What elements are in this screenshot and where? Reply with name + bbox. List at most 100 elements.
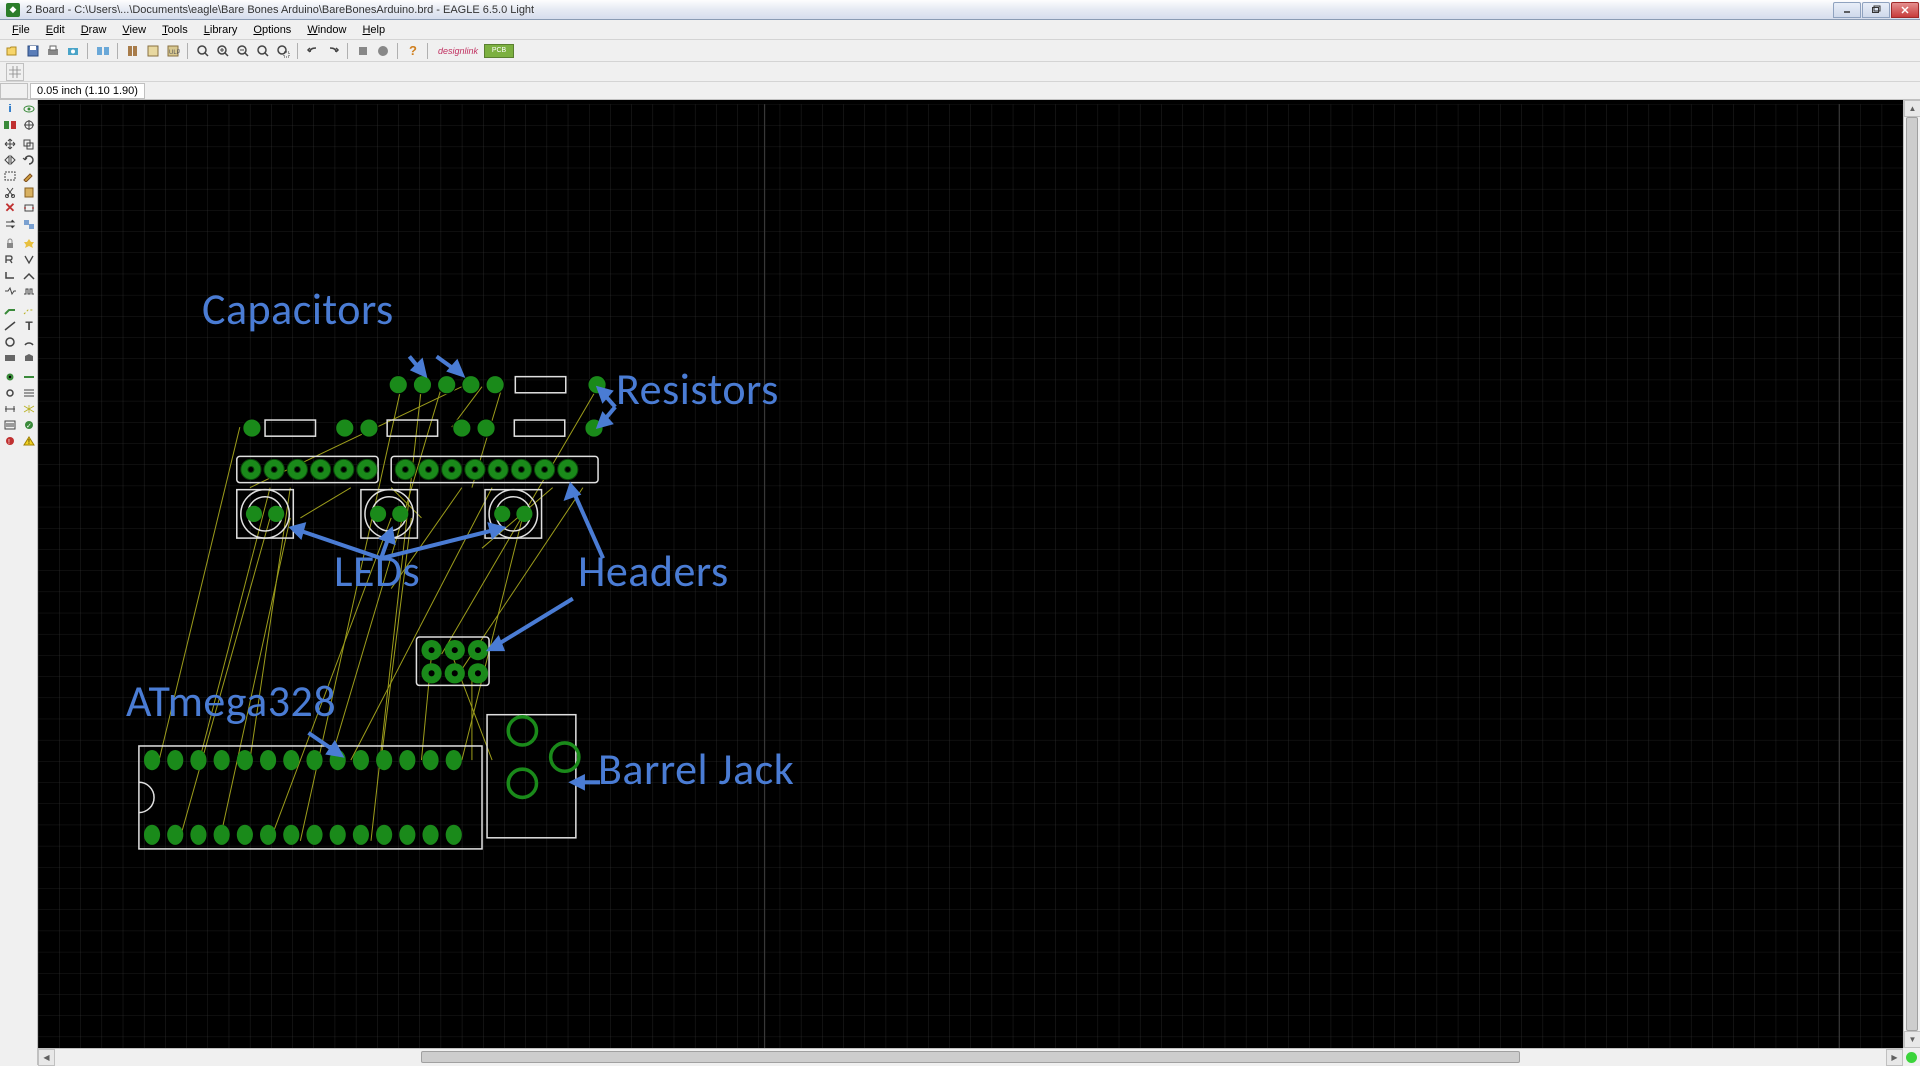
scroll-right-button[interactable]: ▶ <box>1886 1049 1903 1066</box>
rotate-tool[interactable] <box>20 152 38 167</box>
ratsnest-tool[interactable] <box>20 401 38 416</box>
polygon-tool[interactable] <box>20 350 38 365</box>
pinswap-tool[interactable] <box>1 216 19 231</box>
palette-separator <box>1 232 38 234</box>
pcb-quote-button[interactable]: PCB <box>484 44 514 58</box>
menu-bar: File Edit Draw View Tools Library Option… <box>0 20 1920 40</box>
maximize-button[interactable] <box>1862 2 1890 18</box>
help-button[interactable]: ? <box>404 42 422 60</box>
cam-button[interactable] <box>64 42 82 60</box>
menu-library[interactable]: Library <box>196 22 246 38</box>
vertical-scrollbar[interactable]: ▲ ▼ <box>1903 100 1920 1048</box>
menu-edit[interactable]: Edit <box>38 22 73 38</box>
paste-tool[interactable] <box>20 184 38 199</box>
vscroll-track[interactable] <box>1904 117 1920 1031</box>
tool-palette: i ✕ T <box>0 100 38 1065</box>
main-toolbar: ULP ? designlink PCB <box>0 40 1920 62</box>
wire-tool[interactable] <box>1 318 19 333</box>
group-tool[interactable] <box>1 168 19 183</box>
empty-tool <box>1 449 19 464</box>
ripup-tool[interactable] <box>20 302 38 317</box>
add-tool[interactable] <box>20 200 38 215</box>
hscroll-track[interactable] <box>55 1049 1886 1065</box>
miter-tool[interactable] <box>1 267 19 282</box>
split-tool[interactable] <box>20 267 38 282</box>
run-ulp-button[interactable]: ULP <box>164 42 182 60</box>
script-button[interactable] <box>144 42 162 60</box>
go-button[interactable] <box>374 42 392 60</box>
status-indicator-icon <box>1906 1052 1917 1063</box>
zoom-select-button[interactable] <box>274 42 292 60</box>
meander-tool[interactable] <box>20 283 38 298</box>
toolbar-separator <box>117 43 119 59</box>
errors-tool[interactable]: ! <box>20 433 38 448</box>
menu-view[interactable]: View <box>114 22 154 38</box>
close-button[interactable] <box>1891 2 1919 18</box>
copy-tool[interactable] <box>20 136 38 151</box>
name-tool[interactable] <box>1 251 19 266</box>
redo-button[interactable] <box>324 42 342 60</box>
board-canvas[interactable]: Capacitors Resistors LEDs Headers ATmega… <box>38 100 1920 1065</box>
window-controls <box>1833 1 1920 18</box>
signal-tool[interactable] <box>20 369 38 384</box>
lock-tool[interactable] <box>1 235 19 250</box>
svg-text:!: ! <box>28 439 30 446</box>
scroll-up-button[interactable]: ▲ <box>1904 100 1920 117</box>
change-tool[interactable] <box>20 168 38 183</box>
info-tool[interactable]: i <box>1 101 19 116</box>
smash-tool[interactable] <box>20 235 38 250</box>
text-tool[interactable]: T <box>20 318 38 333</box>
minimize-button[interactable] <box>1833 2 1861 18</box>
menu-file[interactable]: File <box>4 22 38 38</box>
scroll-left-button[interactable]: ◀ <box>38 1049 55 1066</box>
zoom-in-button[interactable] <box>214 42 232 60</box>
route-tool[interactable] <box>1 302 19 317</box>
board-schematic-switch-button[interactable] <box>94 42 112 60</box>
open-button[interactable] <box>4 42 22 60</box>
dimension-tool[interactable] <box>1 401 19 416</box>
print-button[interactable] <box>44 42 62 60</box>
attribute-tool[interactable] <box>20 385 38 400</box>
optimize-tool[interactable] <box>1 283 19 298</box>
auto-tool[interactable] <box>1 417 19 432</box>
hscroll-thumb[interactable] <box>421 1051 1520 1063</box>
use-library-button[interactable] <box>124 42 142 60</box>
undo-button[interactable] <box>304 42 322 60</box>
toolbar-separator <box>187 43 189 59</box>
replace-tool[interactable] <box>20 216 38 231</box>
window-title: 2 Board - C:\Users\...\Documents\eagle\B… <box>26 4 534 16</box>
menu-options[interactable]: Options <box>245 22 299 38</box>
value-tool[interactable] <box>20 251 38 266</box>
move-tool[interactable] <box>1 136 19 151</box>
design-link-button[interactable]: designlink <box>434 46 482 56</box>
delete-tool[interactable]: ✕ <box>1 200 19 215</box>
erc-tool[interactable]: ✓ <box>20 417 38 432</box>
mirror-tool[interactable] <box>1 152 19 167</box>
zoom-fit-button[interactable] <box>194 42 212 60</box>
mark-tool[interactable] <box>20 117 38 132</box>
stop-button[interactable] <box>354 42 372 60</box>
menu-tools[interactable]: Tools <box>154 22 196 38</box>
menu-window[interactable]: Window <box>299 22 354 38</box>
grid-settings-button[interactable] <box>6 63 24 81</box>
circle-tool[interactable] <box>1 334 19 349</box>
toolbar-separator <box>397 43 399 59</box>
display-tool[interactable] <box>1 117 19 132</box>
via-tool[interactable] <box>1 369 19 384</box>
zoom-redraw-button[interactable] <box>254 42 272 60</box>
vscroll-thumb[interactable] <box>1906 117 1918 1031</box>
menu-draw[interactable]: Draw <box>73 22 115 38</box>
drc-tool[interactable]: ! <box>1 433 19 448</box>
arc-tool[interactable] <box>20 334 38 349</box>
cut-tool[interactable] <box>1 184 19 199</box>
menu-help[interactable]: Help <box>354 22 393 38</box>
zoom-out-button[interactable] <box>234 42 252 60</box>
horizontal-scrollbar[interactable]: ◀ ▶ <box>38 1048 1903 1065</box>
show-tool[interactable] <box>20 101 38 116</box>
save-button[interactable] <box>24 42 42 60</box>
rect-tool[interactable] <box>1 350 19 365</box>
layer-color-swatch[interactable] <box>0 83 28 99</box>
hole-tool[interactable] <box>1 385 19 400</box>
scroll-down-button[interactable]: ▼ <box>1904 1031 1920 1048</box>
scroll-corner <box>1903 1048 1920 1065</box>
